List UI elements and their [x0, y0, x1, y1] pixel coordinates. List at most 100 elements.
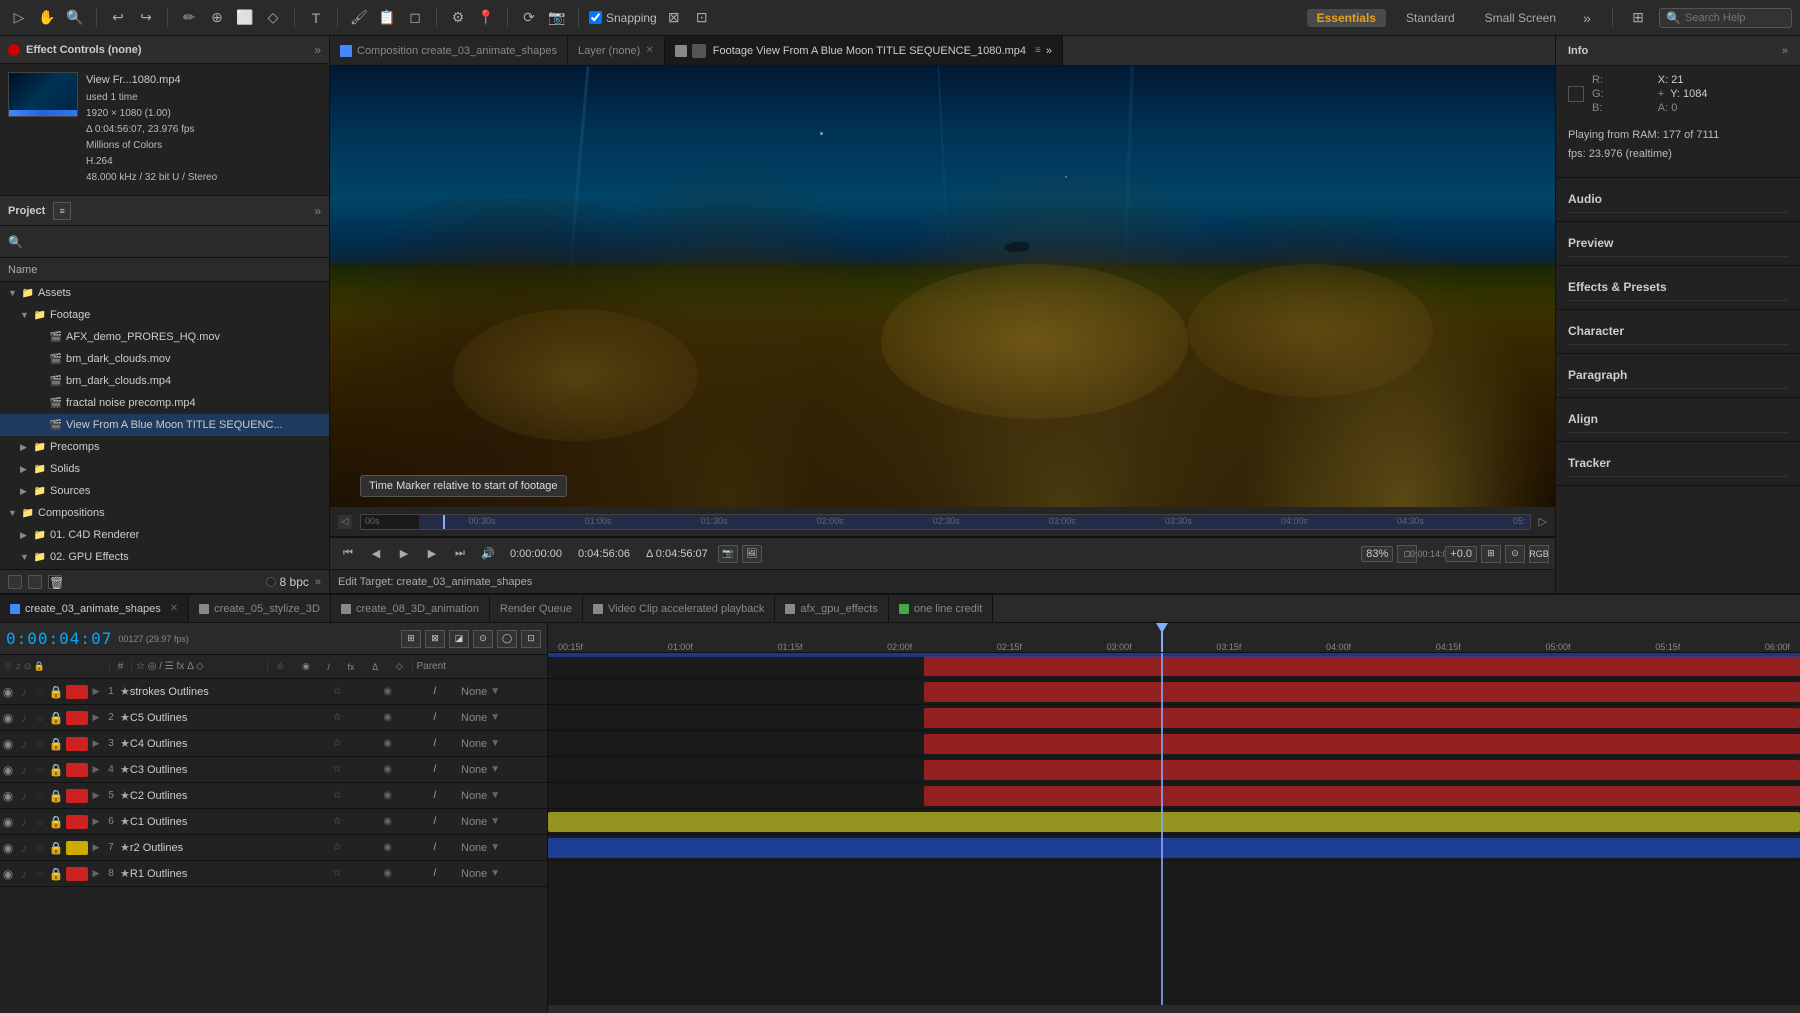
layer-1-eye[interactable]: ◉	[0, 685, 16, 699]
viewer-prev-frame[interactable]: ◀	[364, 543, 388, 565]
tree-item-gpu-effects[interactable]: ▼ 📁 02. GPU Effects	[0, 546, 329, 568]
layer-6-audio[interactable]: ♪	[16, 815, 32, 829]
layer-3-audio[interactable]: ♪	[16, 737, 32, 751]
l8-sw3[interactable]: /	[433, 868, 436, 879]
tree-item-c4d[interactable]: ▶ 📁 01. C4D Renderer	[0, 524, 329, 546]
audio-title[interactable]: Audio	[1568, 186, 1788, 213]
tree-item-compositions[interactable]: ▼ 📁 Compositions	[0, 502, 329, 524]
layer-row-8[interactable]: ◉ ♪ ○ 🔒 ▶ 8 ★ R1 Outlines ☆ ◉ / None	[0, 861, 547, 887]
tl-tab-render-queue[interactable]: Render Queue	[490, 595, 583, 622]
layer-7-solo[interactable]: ○	[32, 841, 48, 855]
tab-expand-btn[interactable]: »	[1046, 45, 1052, 57]
layer-1-lock[interactable]: 🔒	[48, 685, 64, 699]
tl-tab-1[interactable]: create_05_stylize_3D	[189, 595, 331, 622]
layer-4-expand[interactable]: ▶	[90, 764, 102, 775]
viewer-overlay-btn[interactable]: ⊙	[1505, 545, 1525, 563]
layer-8-eye[interactable]: ◉	[0, 867, 16, 881]
layer-5-solo[interactable]: ○	[32, 789, 48, 803]
layer-1-expand[interactable]: ▶	[90, 686, 102, 697]
layer-8-audio[interactable]: ♪	[16, 867, 32, 881]
l8-sw1[interactable]: ☆	[333, 868, 342, 879]
viewer-audio-btn[interactable]: 🔊	[476, 543, 500, 565]
puppet-tool[interactable]: ⚙	[447, 7, 469, 29]
workspace-expand[interactable]: »	[1576, 7, 1598, 29]
tab-composition[interactable]: Composition create_03_animate_shapes	[330, 36, 568, 65]
tl-ctrl-2[interactable]: ⊠	[425, 630, 445, 648]
panel-expand-btn[interactable]: »	[314, 43, 321, 57]
tree-item-file-2[interactable]: 🎬 bm_dark_clouds.mov	[0, 348, 329, 370]
l7-sw1[interactable]: ☆	[333, 842, 342, 853]
project-tree[interactable]: ▼ 📁 Assets ▼ 📁 Footage 🎬 AFX_demo_PRORES…	[0, 282, 329, 569]
tl-tab-5[interactable]: afx_gpu_effects	[775, 595, 888, 622]
layer-7-expand[interactable]: ▶	[90, 842, 102, 853]
layer-row-1[interactable]: ◉ ♪ ○ 🔒 ▶ 1 ★ strokes Outlines ☆ ◉ /	[0, 679, 547, 705]
l3-sw2[interactable]: ◉	[383, 738, 392, 749]
viewer-grid-btn[interactable]: ⊞	[1481, 545, 1501, 563]
timing-right-arrow[interactable]: ▷	[1539, 515, 1547, 528]
l2-sw2[interactable]: ◉	[383, 712, 392, 723]
snap-icon-2[interactable]: ⊡	[691, 7, 713, 29]
layer-2-audio[interactable]: ♪	[16, 711, 32, 725]
layer-4-eye[interactable]: ◉	[0, 763, 16, 777]
tab-footage[interactable]: Footage View From A Blue Moon TITLE SEQU…	[665, 36, 1063, 65]
layer-3-lock[interactable]: 🔒	[48, 737, 64, 751]
preview-title[interactable]: Preview	[1568, 230, 1788, 257]
l6-sw3[interactable]: /	[433, 816, 436, 827]
panel-bottom-expand[interactable]: »	[315, 576, 321, 588]
layer-1-audio[interactable]: ♪	[16, 685, 32, 699]
snap-icon-1[interactable]: ⊠	[663, 7, 685, 29]
layer-6-lock[interactable]: 🔒	[48, 815, 64, 829]
tab-layer-close[interactable]: ✕	[645, 45, 653, 56]
layer-3-expand[interactable]: ▶	[90, 738, 102, 749]
layer-8-solo[interactable]: ○	[32, 867, 48, 881]
layer-7-eye[interactable]: ◉	[0, 841, 16, 855]
layer-row-5[interactable]: ◉ ♪ ○ 🔒 ▶ 5 ★ C2 Outlines ☆ ◉ / None	[0, 783, 547, 809]
l1-sw3[interactable]: /	[433, 686, 436, 697]
workspace-standard[interactable]: Standard	[1396, 9, 1465, 27]
tl-tab-6[interactable]: one line credit	[889, 595, 994, 622]
paragraph-title[interactable]: Paragraph	[1568, 362, 1788, 389]
layer-6-expand[interactable]: ▶	[90, 816, 102, 827]
layer-5-lock[interactable]: 🔒	[48, 789, 64, 803]
viewer-snapshot-btn[interactable]: 📷	[718, 545, 738, 563]
l8-sw2[interactable]: ◉	[383, 868, 392, 879]
folder-new-btn[interactable]	[8, 575, 22, 589]
eraser-tool[interactable]: ◻	[404, 7, 426, 29]
mask-tool[interactable]: ⬜	[234, 7, 256, 29]
type-tool[interactable]: T	[305, 7, 327, 29]
layer-3-eye[interactable]: ◉	[0, 737, 16, 751]
tab-layer[interactable]: Layer (none) ✕	[568, 36, 665, 65]
info-panel-expand[interactable]: »	[1782, 45, 1788, 57]
layer-row-2[interactable]: ◉ ♪ ○ 🔒 ▶ 2 ★ C5 Outlines ☆ ◉ / None	[0, 705, 547, 731]
layer-row-7[interactable]: ◉ ♪ ○ 🔒 ▶ 7 ★ r2 Outlines ☆ ◉ / None	[0, 835, 547, 861]
tree-item-file-5[interactable]: 🎬 View From A Blue Moon TITLE SEQUENC...	[0, 414, 329, 436]
layer-5-expand[interactable]: ▶	[90, 790, 102, 801]
layer-5-eye[interactable]: ◉	[0, 789, 16, 803]
l4-sw1[interactable]: ☆	[333, 764, 342, 775]
tl-tab-4[interactable]: Video Clip accelerated playback	[583, 595, 775, 622]
layer-6-solo[interactable]: ○	[32, 815, 48, 829]
tl-scrollbar[interactable]	[548, 1005, 1800, 1013]
tl-ctrl-6[interactable]: ⊡	[521, 630, 541, 648]
viewer-show-snapshot-btn[interactable]: 🖼	[742, 545, 762, 563]
zoom-tool[interactable]: 🔍	[64, 7, 86, 29]
layer-row-6[interactable]: ◉ ♪ ○ 🔒 ▶ 6 ★ C1 Outlines ☆ ◉ / None	[0, 809, 547, 835]
tl-time-display[interactable]: 0:00:04:07	[6, 629, 112, 648]
viewer-first-frame[interactable]: ⏮	[336, 543, 360, 565]
tree-item-precomps[interactable]: ▶ 📁 Precomps	[0, 436, 329, 458]
l7-sw2[interactable]: ◉	[383, 842, 392, 853]
l4-sw2[interactable]: ◉	[383, 764, 392, 775]
tl-tab-0[interactable]: create_03_animate_shapes ✕	[0, 595, 189, 622]
shape-tool[interactable]: ◇	[262, 7, 284, 29]
project-menu-btn[interactable]: ≡	[53, 202, 71, 220]
workspace-small-screen[interactable]: Small Screen	[1475, 9, 1566, 27]
l6-sw2[interactable]: ◉	[383, 816, 392, 827]
project-search-input[interactable]	[29, 236, 321, 248]
item-delete-btn[interactable]: 🗑	[48, 575, 62, 589]
l4-sw3[interactable]: /	[433, 764, 436, 775]
layer-2-solo[interactable]: ○	[32, 711, 48, 725]
project-expand-btn[interactable]: »	[314, 204, 321, 218]
snapping-checkbox[interactable]	[589, 11, 602, 24]
footage-tab-menu[interactable]: ≡	[1035, 45, 1041, 56]
viewer-time-code-btn[interactable]: 0:00:14:04	[1421, 545, 1441, 563]
